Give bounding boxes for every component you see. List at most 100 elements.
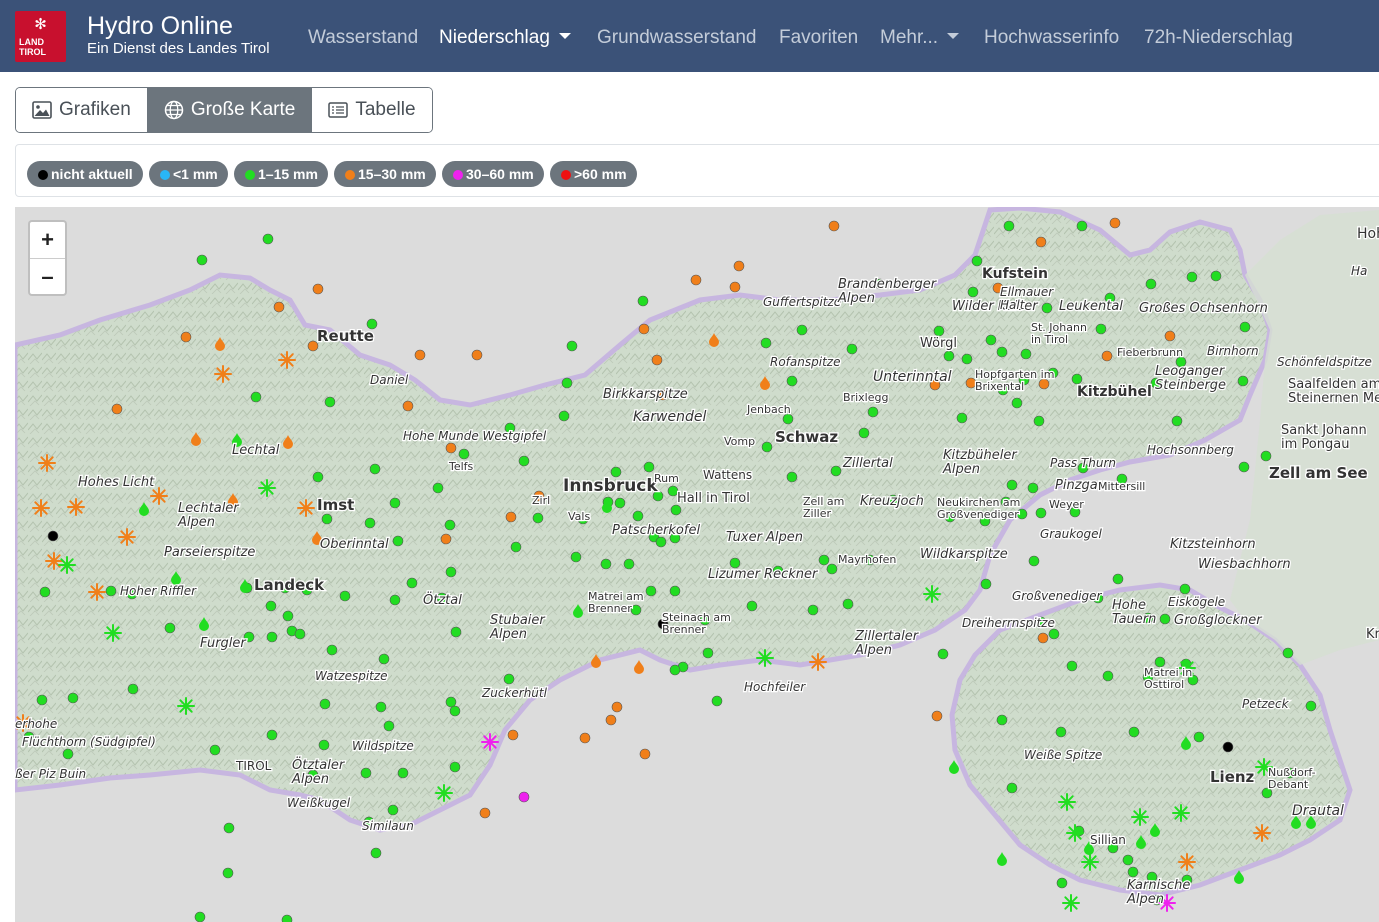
station-marker[interactable] — [471, 349, 483, 361]
station-marker[interactable] — [360, 767, 372, 779]
station-marker[interactable] — [414, 349, 426, 361]
station-marker[interactable] — [262, 233, 274, 245]
snowflake-marker[interactable] — [150, 487, 168, 505]
station-marker[interactable] — [1035, 236, 1047, 248]
station-marker[interactable] — [432, 482, 444, 494]
station-marker[interactable] — [62, 748, 74, 760]
station-marker[interactable] — [1238, 461, 1250, 473]
station-marker[interactable] — [669, 585, 681, 597]
station-marker[interactable] — [370, 847, 382, 859]
station-marker[interactable] — [479, 807, 491, 819]
legend-badge-30-60[interactable]: 30–60 mm — [442, 161, 544, 187]
station-marker[interactable] — [1282, 647, 1294, 659]
station-marker[interactable] — [406, 577, 418, 589]
station-marker[interactable] — [761, 441, 773, 453]
station-marker[interactable] — [996, 714, 1008, 726]
nav-hochwasserinfo[interactable]: Hochwasserinfo — [984, 26, 1119, 50]
station-marker[interactable] — [655, 536, 667, 548]
station-marker[interactable] — [444, 519, 456, 531]
legend-badge-gt60[interactable]: >60 mm — [550, 161, 637, 187]
station-marker[interactable] — [638, 323, 650, 335]
station-marker[interactable] — [383, 720, 395, 732]
station-marker[interactable] — [858, 427, 870, 439]
snowflake-marker[interactable] — [32, 499, 50, 517]
station-marker[interactable] — [1109, 217, 1121, 229]
station-marker[interactable] — [449, 705, 461, 717]
snowflake-marker[interactable] — [1178, 853, 1196, 871]
station-marker[interactable] — [566, 340, 578, 352]
station-marker[interactable] — [266, 631, 278, 643]
station-marker[interactable] — [828, 220, 840, 232]
station-marker[interactable] — [1222, 741, 1234, 753]
station-marker[interactable] — [47, 530, 59, 542]
station-marker[interactable] — [842, 598, 854, 610]
station-marker[interactable] — [931, 710, 943, 722]
station-marker[interactable] — [250, 391, 262, 403]
station-marker[interactable] — [389, 497, 401, 509]
station-marker[interactable] — [180, 331, 192, 343]
snowflake-marker[interactable] — [809, 653, 827, 671]
station-marker[interactable] — [1095, 323, 1107, 335]
station-marker[interactable] — [312, 283, 324, 295]
grosse-karte-button[interactable]: Große Karte — [146, 88, 313, 132]
station-marker[interactable] — [1006, 479, 1018, 491]
station-marker[interactable] — [1122, 854, 1134, 866]
snowflake-marker[interactable] — [177, 697, 195, 715]
station-marker[interactable] — [1037, 632, 1049, 644]
station-marker[interactable] — [643, 461, 655, 473]
snowflake-marker[interactable] — [923, 585, 941, 603]
station-marker[interactable] — [445, 566, 457, 578]
station-marker[interactable] — [786, 375, 798, 387]
station-marker[interactable] — [1193, 731, 1205, 743]
station-marker[interactable] — [282, 610, 294, 622]
station-marker[interactable] — [458, 448, 470, 460]
station-marker[interactable] — [1239, 321, 1251, 333]
station-marker[interactable] — [321, 513, 333, 525]
station-marker[interactable] — [105, 585, 117, 597]
snowflake-marker[interactable] — [756, 649, 774, 667]
station-marker[interactable] — [614, 497, 626, 509]
station-marker[interactable] — [387, 804, 399, 816]
snowflake-marker[interactable] — [297, 499, 315, 517]
station-marker[interactable] — [1028, 555, 1040, 567]
station-marker[interactable] — [1112, 573, 1124, 585]
snowflake-marker[interactable] — [1081, 853, 1099, 871]
snowflake-marker[interactable] — [1131, 808, 1149, 826]
station-marker[interactable] — [967, 286, 979, 298]
station-marker[interactable] — [281, 914, 293, 922]
station-marker[interactable] — [39, 586, 51, 598]
station-marker[interactable] — [971, 255, 983, 267]
precipitation-map[interactable]: Reutte Daniel Lechtal Hohes Licht Lechtaler A… — [15, 207, 1379, 922]
station-marker[interactable] — [846, 343, 858, 355]
snowflake-marker[interactable] — [38, 454, 56, 472]
station-marker[interactable] — [223, 822, 235, 834]
station-marker[interactable] — [711, 695, 723, 707]
station-marker[interactable] — [1101, 350, 1113, 362]
snowflake-marker[interactable] — [278, 351, 296, 369]
station-marker[interactable] — [505, 511, 517, 523]
station-marker[interactable] — [450, 626, 462, 638]
legend-badge-nicht-aktuell[interactable]: nicht aktuell — [27, 161, 143, 187]
station-marker[interactable] — [818, 554, 830, 566]
station-marker[interactable] — [389, 594, 401, 606]
station-marker[interactable] — [1128, 726, 1140, 738]
station-marker[interactable] — [937, 648, 949, 660]
nav-favoriten[interactable]: Favoriten — [779, 26, 858, 50]
station-marker[interactable] — [507, 729, 519, 741]
snowflake-marker[interactable] — [104, 624, 122, 642]
legend-badge-15-30[interactable]: 15–30 mm — [334, 161, 436, 187]
station-marker[interactable] — [1145, 278, 1157, 290]
zoom-in-button[interactable]: + — [30, 222, 65, 259]
station-marker[interactable] — [339, 590, 351, 602]
station-marker[interactable] — [1305, 700, 1317, 712]
station-marker[interactable] — [623, 558, 635, 570]
station-marker[interactable] — [445, 696, 457, 708]
station-marker[interactable] — [392, 535, 404, 547]
snowflake-marker[interactable] — [1253, 824, 1271, 842]
snowflake-marker[interactable] — [1062, 894, 1080, 912]
station-marker[interactable] — [961, 353, 973, 365]
station-marker[interactable] — [956, 412, 968, 424]
station-marker[interactable] — [1006, 782, 1018, 794]
nav-mehr[interactable]: Mehr... — [880, 26, 960, 50]
station-marker[interactable] — [1179, 583, 1191, 595]
